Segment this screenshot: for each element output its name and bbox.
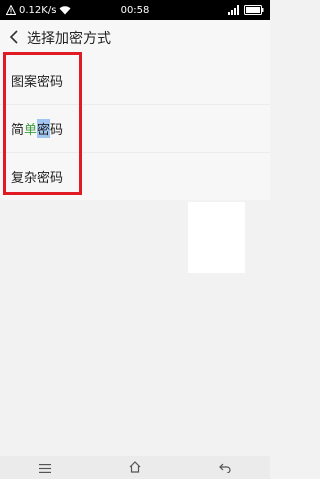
return-icon	[219, 458, 231, 477]
page-title: 选择加密方式	[27, 31, 111, 47]
home-button[interactable]	[115, 456, 155, 479]
encryption-options: 图案密码 简单密码 复杂密码	[0, 56, 270, 200]
selected-text: 密	[37, 119, 51, 138]
home-icon	[129, 458, 141, 477]
menu-button[interactable]	[25, 456, 65, 479]
option-pattern-password[interactable]: 图案密码	[0, 56, 270, 104]
menu-icon	[39, 458, 51, 477]
return-button[interactable]	[205, 456, 245, 479]
option-label-part: 简	[11, 123, 25, 138]
option-label: 图案密码	[11, 74, 64, 90]
option-label-part: 码	[50, 123, 64, 138]
clock: 00:58	[120, 4, 150, 16]
navigation-bar	[0, 456, 270, 479]
title-bar: 选择加密方式	[0, 20, 270, 56]
option-simple-password[interactable]: 简单密码	[0, 104, 270, 152]
back-button[interactable]	[3, 20, 25, 56]
white-panel	[188, 202, 245, 273]
status-bar: 0.12K/s 00:58	[0, 0, 270, 20]
chevron-left-icon	[9, 29, 19, 48]
option-label-part: 单	[24, 123, 38, 138]
content-area: 图案密码 简单密码 复杂密码	[0, 56, 270, 456]
option-label: 复杂密码	[11, 171, 64, 186]
option-complex-password[interactable]: 复杂密码	[0, 152, 270, 200]
